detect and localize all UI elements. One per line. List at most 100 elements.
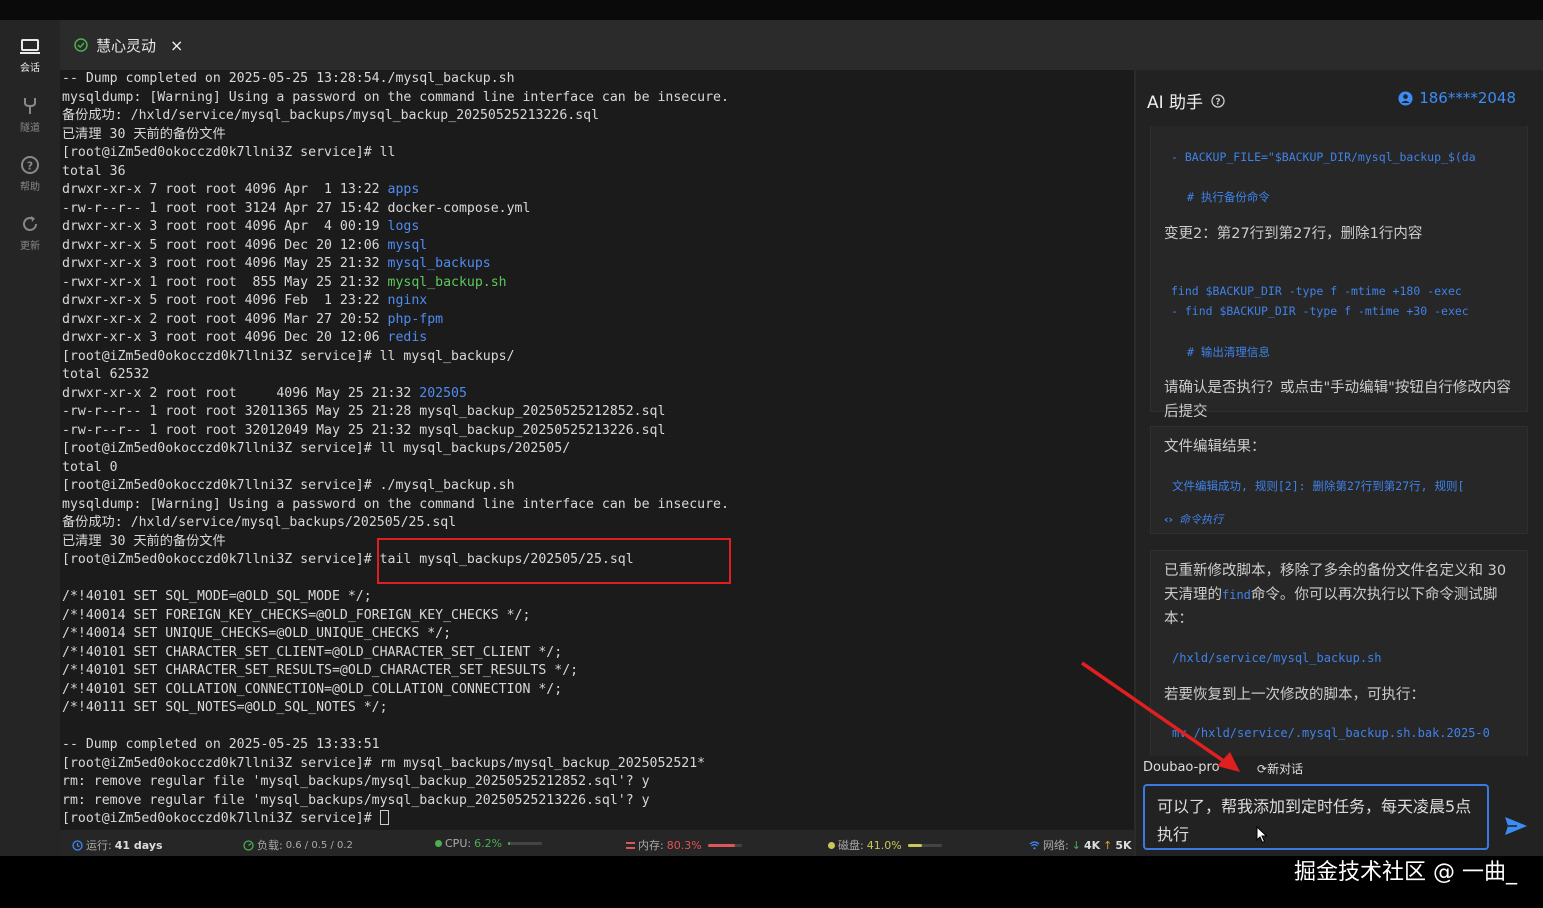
mem-value: 80.3%	[666, 838, 702, 852]
terminal-text: -rw-r--r-- 1 root root 32012049 May 25 2…	[62, 422, 666, 438]
terminal-line: drwxr-xr-x 3 root root 4096 Apr 4 00:19 …	[62, 218, 729, 237]
terminal-text: [root@iZm5ed0okocczd0k7llni3Z service]# …	[62, 441, 571, 456]
memory-icon	[626, 841, 635, 849]
terminal-text: rm: remove regular file 'mysql_backups/m…	[62, 792, 650, 808]
net-label: 网络:	[1043, 839, 1069, 852]
disk-icon	[828, 841, 835, 849]
highlight-box-annotation	[377, 538, 731, 584]
terminal-text: [root@iZm5ed0okocczd0k7llni3Z service]# …	[62, 478, 515, 493]
terminal-line: total 0	[62, 459, 729, 478]
terminal-line: total 62532	[62, 366, 729, 385]
terminal-line: drwxr-xr-x 5 root root 4096 Feb 1 23:22 …	[62, 292, 729, 311]
chat-input[interactable]: 可以了，帮我添加到定时任务，每天凌晨5点执行	[1143, 784, 1489, 850]
terminal-cursor	[379, 810, 389, 825]
terminal-text: [root@iZm5ed0okocczd0k7llni3Z service]# …	[62, 145, 396, 160]
terminal-line: [root@iZm5ed0okocczd0k7llni3Z service]#	[62, 810, 729, 829]
terminal-text: drwxr-xr-x 2 root root 4096 Mar 27 20:52	[62, 311, 388, 327]
terminal-line: drwxr-xr-x 3 root root 4096 May 25 21:32…	[62, 255, 729, 274]
terminal-line: 备份成功: /hxld/service/mysql_backups/202505…	[62, 514, 729, 533]
terminal-line: -rw-r--r-- 1 root root 32012049 May 25 2…	[62, 422, 729, 441]
terminal-text: mysql_backups	[387, 256, 491, 271]
terminal-line: /*!40101 SET CHARACTER_SET_CLIENT=@OLD_C…	[62, 644, 729, 663]
ai-user-account[interactable]: 186****2048	[1398, 89, 1516, 107]
terminal-text: redis	[387, 330, 428, 345]
terminal-text: drwxr-xr-x 3 root root 4096 Dec 20 12:06	[62, 330, 388, 345]
send-icon	[1505, 817, 1527, 835]
status-disk: 磁盘: 41.0%	[828, 837, 942, 853]
clock-icon	[72, 839, 83, 851]
exec-command-label: 命令执行	[1179, 513, 1224, 526]
terminal-text: php-fpm	[387, 311, 444, 327]
diff-card: - BACKUP_FILE="$BACKUP_DIR/mysql_backup_…	[1150, 126, 1528, 420]
check-circle-icon	[74, 38, 88, 52]
status-load: 负载: 0.6 / 0.5 / 0.2	[243, 837, 353, 853]
mouse-cursor-icon	[1256, 826, 1268, 844]
tab-label: 慧心灵动	[96, 36, 157, 55]
edit-result-title: 文件编辑结果：	[1164, 439, 1266, 455]
session-tab[interactable]: 慧心灵动 ×	[74, 34, 183, 56]
terminal-line: -rwxr-xr-x 1 root root 855 May 25 21:32 …	[62, 274, 729, 293]
fork-icon	[24, 98, 36, 114]
terminal-line: rm: remove regular file 'mysql_backups/m…	[62, 773, 729, 792]
terminal-text: [root@iZm5ed0okocczd0k7llni3Z service]# …	[62, 755, 706, 771]
terminal-text: drwxr-xr-x 3 root root 4096 Apr 4 00:19	[62, 219, 388, 234]
nav-label-help: 帮助	[20, 182, 40, 193]
terminal-line: -- Dump completed on 2025-05-25 13:28:54…	[62, 70, 729, 89]
mem-label: 内存:	[638, 839, 664, 852]
terminal[interactable]: -- Dump completed on 2025-05-25 13:28:54…	[60, 70, 1134, 830]
exec-command-link[interactable]: ‹› 命令执行	[1164, 511, 1223, 527]
nav-item-tunnel[interactable]: 隧道	[0, 96, 60, 134]
terminal-text: drwxr-xr-x 2 root root 4096 May 25 21:32	[62, 385, 420, 401]
terminal-line: mysqldump: [Warning] Using a password on…	[62, 89, 729, 108]
terminal-text: /*!40101 SET SQL_MODE=@OLD_SQL_MODE */;	[62, 589, 372, 604]
cpu-bar	[508, 842, 543, 845]
terminal-line: [root@iZm5ed0okocczd0k7llni3Z service]# …	[62, 348, 729, 367]
terminal-text: nginx	[387, 293, 428, 308]
terminal-line: [root@iZm5ed0okocczd0k7llni3Z service]# …	[62, 144, 729, 163]
diff-change-text: 变更2：第27行到第27行，删除1行内容	[1164, 226, 1423, 242]
terminal-text: [root@iZm5ed0okocczd0k7llni3Z service]# …	[62, 348, 515, 364]
load-value: 0.6 / 0.5 / 0.2	[285, 839, 353, 851]
terminal-text: 已清理 30 天前的备份文件	[62, 126, 226, 142]
terminal-line: [root@iZm5ed0okocczd0k7llni3Z service]# …	[62, 755, 729, 774]
help-icon: ?	[21, 156, 39, 174]
terminal-line: /*!40014 SET UNIQUE_CHECKS=@OLD_UNIQUE_C…	[62, 625, 729, 644]
terminal-text: mysqldump: [Warning] Using a password on…	[62, 496, 729, 512]
tab-bar: 慧心灵动 ×	[60, 20, 1543, 70]
terminal-text: -rwxr-xr-x 1 root root 855 May 25 21:32	[62, 274, 388, 290]
terminal-line: /*!40101 SET COLLATION_CONNECTION=@OLD_C…	[62, 681, 729, 700]
refresh-icon: ⟳	[1257, 762, 1268, 776]
edit-result-card: 文件编辑结果： 文件编辑成功, 规则[2]: 删除第27行到第27行, 规则[ …	[1150, 426, 1528, 534]
status-bar: 运行: 41 days 负载: 0.6 / 0.5 / 0.2 CPU: 6.2% 内…	[60, 830, 1134, 856]
terminal-line: mysqldump: [Warning] Using a password on…	[62, 496, 729, 515]
help-icon[interactable]: ?	[1211, 93, 1225, 108]
new-chat-button[interactable]: ⟳新对话	[1257, 760, 1303, 777]
terminal-line: /*!40101 SET CHARACTER_SET_RESULTS=@OLD_…	[62, 662, 729, 681]
wifi-icon	[1029, 840, 1040, 849]
nav-item-update[interactable]: 更新	[0, 214, 60, 252]
ai-header: AI 助手 ? 186****2048	[1136, 70, 1543, 126]
terminal-line: /*!40111 SET SQL_NOTES=@OLD_SQL_NOTES */…	[62, 699, 729, 718]
terminal-text: 备份成功: /hxld/service/mysql_backups/mysql_…	[62, 108, 600, 123]
watermark: 掘金技术社区 @ 一曲_	[1294, 860, 1517, 885]
ai-user-id: 186****2048	[1419, 89, 1516, 107]
nav-item-help[interactable]: ? 帮助	[0, 155, 60, 193]
uptime-value: 41 days	[114, 838, 163, 852]
terminal-line: -rw-r--r-- 1 root root 32011365 May 25 2…	[62, 403, 729, 422]
tab-close-icon[interactable]: ×	[170, 36, 183, 55]
terminal-text: /*!40101 SET COLLATION_CONNECTION=@OLD_C…	[62, 681, 563, 697]
terminal-line: -- Dump completed on 2025-05-25 13:33:51	[62, 736, 729, 755]
terminal-line: 已清理 30 天前的备份文件	[62, 126, 729, 145]
nav-item-sessions[interactable]: 会话	[0, 38, 60, 74]
terminal-text: logs	[387, 219, 420, 234]
ai-title: AI 助手 ?	[1147, 88, 1225, 113]
disk-label: 磁盘:	[838, 839, 864, 852]
diff-line-1: - BACKUP_FILE="$BACKUP_DIR/mysql_backup_…	[1171, 150, 1476, 164]
send-button[interactable]	[1504, 816, 1528, 840]
reply-inline-code: find	[1222, 588, 1251, 602]
terminal-text: /*!40014 SET UNIQUE_CHECKS=@OLD_UNIQUE_C…	[62, 626, 452, 641]
terminal-output: -- Dump completed on 2025-05-25 13:28:54…	[62, 70, 729, 829]
net-up-value: 5K	[1115, 838, 1132, 852]
net-down-arrow-icon: ↓	[1071, 838, 1081, 852]
